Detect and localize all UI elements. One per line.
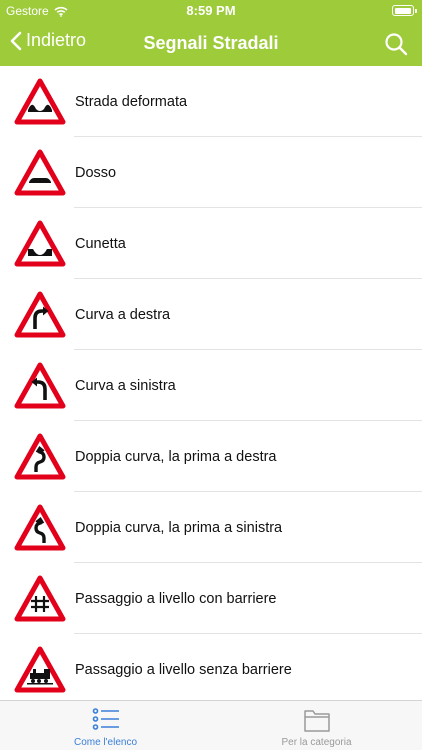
search-icon bbox=[385, 33, 408, 56]
curve-right-icon bbox=[14, 291, 66, 337]
list-item[interactable]: Doppia curva, la prima a sinistra bbox=[0, 492, 422, 563]
list-item[interactable]: Dosso bbox=[0, 137, 422, 208]
list-item[interactable]: Curva a sinistra bbox=[0, 350, 422, 421]
status-time: 8:59 PM bbox=[186, 3, 236, 18]
bumpy-road-icon bbox=[14, 78, 66, 124]
navigation-bar: Indietro Segnali Stradali bbox=[0, 22, 422, 66]
dip-icon bbox=[14, 220, 66, 266]
sign-list: Strada deformata Dosso Cunetta Curva a d… bbox=[0, 66, 422, 700]
status-bar: Gestore 8:59 PM bbox=[0, 0, 422, 22]
list-item[interactable]: Cunetta bbox=[0, 208, 422, 279]
sign-label: Passaggio a livello senza barriere bbox=[75, 661, 292, 678]
double-curve-left-icon bbox=[14, 504, 66, 550]
list-icon bbox=[92, 708, 119, 730]
page-title: Segnali Stradali bbox=[143, 33, 279, 53]
speed-bump-icon bbox=[14, 149, 66, 195]
sign-label: Curva a destra bbox=[75, 306, 171, 323]
list-item[interactable]: Passaggio a livello con barriere bbox=[0, 563, 422, 634]
sign-label: Doppia curva, la prima a destra bbox=[75, 448, 277, 465]
tab-category[interactable]: Per la categoria bbox=[211, 701, 422, 751]
tab-bar: Come l'elenco Per la categoria bbox=[0, 700, 422, 750]
tab-list[interactable]: Come l'elenco bbox=[0, 701, 211, 751]
folder-icon bbox=[303, 710, 330, 732]
sign-label: Dosso bbox=[75, 164, 117, 181]
double-curve-right-icon bbox=[14, 433, 66, 479]
sign-label: Cunetta bbox=[75, 235, 126, 252]
list-item[interactable]: Strada deformata bbox=[0, 66, 422, 137]
level-crossing-barrier-icon bbox=[14, 575, 66, 621]
sign-label: Curva a sinistra bbox=[75, 377, 176, 394]
tab-label: Per la categoria bbox=[281, 737, 352, 748]
sign-label: Strada deformata bbox=[75, 93, 188, 110]
tab-label: Come l'elenco bbox=[73, 737, 138, 748]
level-crossing-train-icon bbox=[14, 646, 66, 692]
curve-left-icon bbox=[14, 362, 66, 408]
list-item[interactable]: Passaggio a livello senza barriere bbox=[0, 634, 422, 700]
search-button[interactable] bbox=[384, 32, 408, 61]
list-item[interactable]: Doppia curva, la prima a destra bbox=[0, 421, 422, 492]
sign-label: Doppia curva, la prima a sinistra bbox=[75, 519, 283, 536]
battery-icon bbox=[392, 5, 417, 16]
list-item[interactable]: Curva a destra bbox=[0, 279, 422, 350]
sign-label: Passaggio a livello con barriere bbox=[75, 590, 277, 607]
